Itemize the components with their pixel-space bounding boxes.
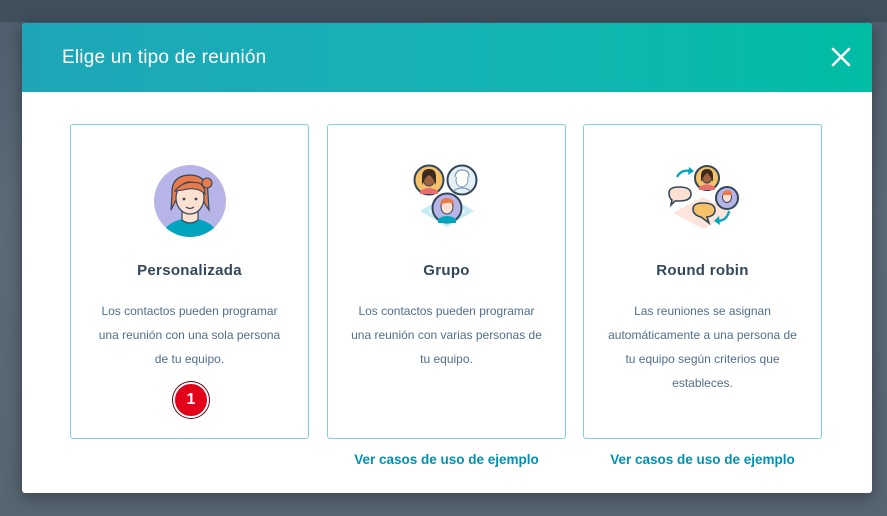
modal-header: Elige un tipo de reunión: [22, 23, 872, 92]
background-app-bar: [0, 0, 887, 22]
card-title: Grupo: [423, 262, 470, 279]
card-title: Personalizada: [137, 262, 242, 279]
card-description: Las reuniones se asignan automáticamente…: [608, 304, 797, 390]
card-grupo[interactable]: Grupo Los contactos pueden programar una…: [327, 124, 566, 439]
card-title: Round robin: [656, 262, 749, 279]
card-round-robin[interactable]: Round robin Las reuniones se asignan aut…: [583, 124, 822, 439]
card-description: Los contactos pueden programar una reuni…: [98, 304, 281, 366]
round-robin-icon: [663, 163, 743, 240]
annotation-badge: 1: [173, 382, 209, 418]
modal-title: Elige un tipo de reunión: [62, 47, 267, 68]
grupo-example-link[interactable]: Ver casos de uso de ejemplo: [327, 452, 566, 467]
close-icon[interactable]: [830, 46, 852, 68]
card-description: Los contactos pueden programar una reuni…: [351, 304, 542, 366]
round-robin-example-link[interactable]: Ver casos de uso de ejemplo: [583, 452, 822, 467]
single-person-icon: [153, 164, 227, 243]
group-people-icon: [412, 163, 482, 240]
meeting-type-modal: Elige un tipo de reunión Personalizada L…: [22, 23, 872, 493]
